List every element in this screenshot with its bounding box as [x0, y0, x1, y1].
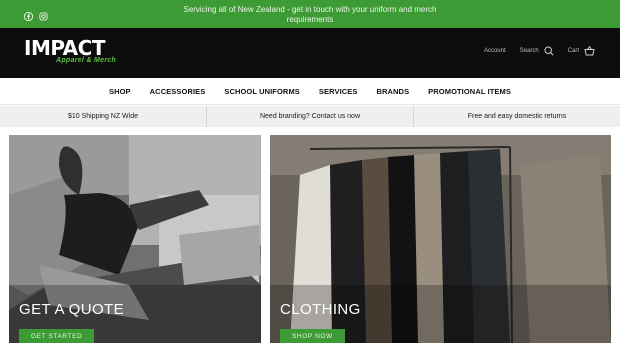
instagram-icon[interactable]	[39, 8, 48, 21]
cart-label: Cart	[567, 48, 579, 54]
search-icon	[544, 46, 554, 56]
usp-returns: Free and easy domestic returns	[467, 113, 567, 120]
main-nav: SHOP ACCESSORIES SCHOOL UNIFORMS SERVICE…	[0, 78, 620, 105]
logo-subtitle: Apparel & Merch	[56, 57, 117, 64]
cart-link[interactable]: Cart	[568, 46, 595, 56]
header-actions: Account Search Cart	[484, 46, 595, 56]
announcement-message: Servicing all of New Zealand - get in to…	[183, 5, 437, 24]
clothing-tile[interactable]: CLOTHING SHOP NOW	[270, 135, 611, 343]
nav-item-shop[interactable]: SHOP	[109, 87, 131, 96]
nav-item-services[interactable]: SERVICES	[319, 87, 358, 96]
nav-item-accessories[interactable]: ACCESSORIES	[150, 87, 206, 96]
site-logo[interactable]: IMPACT Apparel & Merch	[24, 36, 128, 68]
usp-bar: $10 Shipping NZ Wide Need branding? Cont…	[0, 106, 620, 127]
quote-tile[interactable]: GET A QUOTE GET STARTED	[9, 135, 261, 343]
quote-title: GET A QUOTE	[19, 301, 124, 318]
get-started-button[interactable]: GET STARTED	[19, 329, 95, 343]
site-header: IMPACT Apparel & Merch Account Search Ca…	[0, 28, 620, 78]
search-link[interactable]: Search	[520, 46, 554, 56]
facebook-icon[interactable]	[23, 8, 34, 22]
usp-shipping: $10 Shipping NZ Wide	[0, 106, 207, 127]
nav-item-promotional-items[interactable]: PROMOTIONAL ITEMS	[428, 87, 511, 96]
usp-branding[interactable]: Need branding? Contact us now	[207, 106, 414, 127]
account-link[interactable]: Account	[484, 48, 506, 54]
shop-now-button[interactable]: SHOP NOW	[280, 329, 345, 343]
clothing-title: CLOTHING	[280, 301, 361, 318]
cart-icon	[584, 46, 595, 56]
nav-item-brands[interactable]: BRANDS	[376, 87, 409, 96]
social-links	[23, 8, 48, 22]
search-label: Search	[519, 48, 539, 54]
announcement-bar: Servicing all of New Zealand - get in to…	[0, 0, 620, 28]
nav-item-school-uniforms[interactable]: SCHOOL UNIFORMS	[224, 87, 300, 96]
